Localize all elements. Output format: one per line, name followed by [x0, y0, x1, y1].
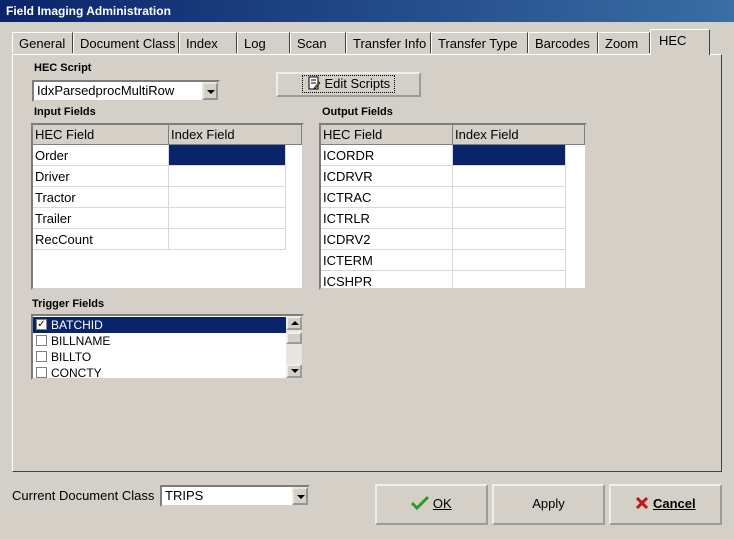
input-hec-cell[interactable]: Tractor [33, 187, 169, 208]
chevron-down-icon[interactable] [202, 82, 218, 100]
chevron-down-icon[interactable] [292, 487, 308, 505]
tab-index[interactable]: Index [179, 32, 237, 53]
scroll-up-icon[interactable] [286, 316, 302, 330]
output-hec-cell[interactable]: ICTERM [321, 250, 453, 271]
edit-scripts-label: Edit Scripts [324, 76, 391, 91]
output-index-cell[interactable] [453, 166, 566, 187]
output-hec-cell[interactable]: ICORDR [321, 145, 453, 166]
input-hec-cell[interactable]: Driver [33, 166, 169, 187]
tab-log[interactable]: Log [237, 32, 290, 53]
tab-transfer-info[interactable]: Transfer Info [346, 32, 431, 53]
close-icon [636, 496, 649, 510]
list-item[interactable]: CONCTY [33, 365, 286, 380]
input-fields-label: Input Fields [34, 106, 96, 118]
trigger-item-label: CONCTY [51, 366, 102, 380]
tab-transfer-type[interactable]: Transfer Type [431, 32, 528, 53]
input-col-hec-field[interactable]: HEC Field [33, 125, 169, 145]
doc-class-value: TRIPS [165, 488, 204, 503]
output-hec-cell[interactable]: ICTRLR [321, 208, 453, 229]
checkbox[interactable] [36, 367, 47, 378]
output-index-cell[interactable] [453, 145, 566, 166]
output-index-cell[interactable] [453, 250, 566, 271]
output-fields-label: Output Fields [322, 106, 393, 118]
output-col-hec-field[interactable]: HEC Field [321, 125, 453, 145]
input-index-cell[interactable] [169, 229, 286, 250]
vertical-scrollbar[interactable] [286, 316, 302, 378]
edit-scripts-button[interactable]: Edit Scripts [276, 72, 421, 97]
hec-script-label: HEC Script [34, 62, 92, 74]
tab-hec[interactable]: HEC [650, 29, 710, 55]
output-hec-cell[interactable]: ICDRV2 [321, 229, 453, 250]
cancel-label: Cancel [652, 496, 696, 511]
output-col-index-field[interactable]: Index Field [453, 125, 585, 145]
hec-panel: HEC Script IdxParsedprocMultiRow Edit Sc… [12, 54, 722, 472]
apply-button[interactable]: Apply [492, 484, 605, 525]
tab-zoom[interactable]: Zoom [598, 32, 650, 53]
trigger-item-label: BILLNAME [51, 334, 111, 348]
output-hec-cell[interactable]: ICSHPR [321, 271, 453, 288]
doc-class-select[interactable]: TRIPS [160, 485, 310, 507]
list-item[interactable]: ✓ BATCHID [33, 317, 286, 333]
title-bar: Field Imaging Administration [0, 0, 734, 22]
tab-scan[interactable]: Scan [290, 32, 346, 53]
output-hec-cell[interactable]: ICTRAC [321, 187, 453, 208]
input-hec-cell[interactable]: RecCount [33, 229, 169, 250]
tab-document-class[interactable]: Document Class [73, 32, 179, 53]
input-hec-cell[interactable]: Order [33, 145, 169, 166]
input-index-cell[interactable] [169, 208, 286, 229]
trigger-item-label: BATCHID [51, 318, 103, 332]
window-title: Field Imaging Administration [6, 4, 171, 18]
output-index-cell[interactable] [453, 271, 566, 288]
trigger-fields-label: Trigger Fields [32, 298, 105, 310]
hec-script-value: IdxParsedprocMultiRow [37, 83, 175, 98]
list-item[interactable]: BILLTO [33, 349, 286, 365]
ok-button[interactable]: OK [375, 484, 488, 525]
tab-general[interactable]: General [12, 32, 73, 53]
trigger-item-label: BILLTO [51, 350, 92, 364]
input-index-cell[interactable] [169, 187, 286, 208]
output-hec-cell[interactable]: ICDRVR [321, 166, 453, 187]
hec-script-select[interactable]: IdxParsedprocMultiRow [32, 80, 220, 102]
output-index-cell[interactable] [453, 208, 566, 229]
checkbox-checked[interactable]: ✓ [36, 319, 47, 330]
input-fields-grid[interactable]: HEC Field Index Field Order Driver Tract… [31, 123, 304, 290]
trigger-fields-list[interactable]: ✓ BATCHID BILLNAME BILLTO CONCTY [31, 314, 304, 380]
checkbox[interactable] [36, 351, 47, 362]
cancel-button[interactable]: Cancel [609, 484, 722, 525]
output-index-cell[interactable] [453, 229, 566, 250]
checkbox[interactable] [36, 335, 47, 346]
current-doc-class-label: Current Document Class [12, 488, 155, 503]
list-item[interactable]: BILLNAME [33, 333, 286, 349]
scroll-thumb[interactable] [286, 332, 302, 344]
ok-label: OK [432, 496, 452, 511]
output-index-cell[interactable] [453, 187, 566, 208]
input-index-cell[interactable] [169, 166, 286, 187]
scroll-down-icon[interactable] [286, 364, 302, 378]
input-index-cell[interactable] [169, 145, 286, 166]
tab-barcodes[interactable]: Barcodes [528, 32, 598, 53]
edit-script-icon [308, 76, 321, 90]
apply-label: Apply [532, 496, 565, 511]
checkmark-icon [411, 495, 430, 511]
output-fields-grid[interactable]: HEC Field Index Field ICORDR ICDRVR ICTR… [319, 123, 587, 290]
input-hec-cell[interactable]: Trailer [33, 208, 169, 229]
input-col-index-field[interactable]: Index Field [169, 125, 302, 145]
